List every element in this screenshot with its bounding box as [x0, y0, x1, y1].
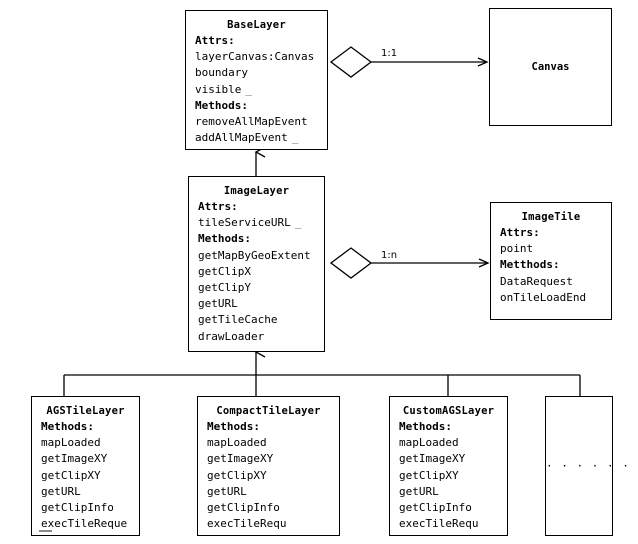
member-text: layerCanvas:Canvas: [195, 50, 315, 64]
class-attrs-header-baselayer: Attrs:: [195, 34, 235, 47]
class-methods-header-baselayer: Methods:: [195, 98, 248, 112]
class-member: removeAllMapEvent: [186, 114, 327, 130]
class-member: point: [500, 242, 534, 256]
class-member: execTileRequ: [207, 517, 287, 531]
class-member: execTileRequ: [399, 517, 479, 531]
class-title-imagelayer: ImageLayer: [223, 185, 290, 197]
member-tail: [314, 50, 318, 63]
class-member: getImageXY: [399, 452, 466, 466]
class-box-compacttilelayer[interactable]: CompactTileLayer Methods: mapLoaded getI…: [197, 396, 340, 536]
class-member: getClipX: [198, 264, 251, 278]
class-methods-header-imagelayer: Methods:: [198, 232, 251, 246]
member-text: tileServiceURL: [198, 216, 291, 230]
multiplicity-label-1to1: 1:1: [381, 48, 398, 59]
class-member: getURL: [41, 484, 81, 498]
class-member: getTileCache: [198, 313, 278, 327]
member-text: removeAllMapEvent: [195, 115, 308, 129]
class-member: getClipXY: [41, 468, 101, 482]
artifact-dash: [39, 530, 52, 532]
class-title-customagslayer: CustomAGSLayer: [402, 405, 495, 417]
class-member: getMapByGeoExtent: [198, 248, 311, 262]
class-member: tileServiceURL _: [189, 215, 324, 231]
multiplicity-label-1ton: 1:n: [381, 250, 398, 261]
member-tail: _: [294, 216, 302, 230]
relation-imagelayer-imagetile: [329, 247, 490, 279]
class-methods-header-imagetile: Metthods:: [500, 258, 560, 272]
class-title-compacttilelayer: CompactTileLayer: [216, 405, 321, 417]
class-member: getClipInfo: [399, 501, 472, 515]
class-box-customagslayer[interactable]: CustomAGSLayer Methods: mapLoaded getIma…: [389, 396, 508, 536]
class-box-agstilelayer[interactable]: AGSTileLayer Methods: mapLoaded getImage…: [31, 396, 140, 536]
class-methods-header-agstilelayer: Methods:: [41, 420, 94, 433]
class-member: mapLoaded: [207, 436, 267, 450]
member-text: addAllMapEvent: [195, 131, 288, 145]
class-title-baselayer: BaseLayer: [227, 19, 286, 31]
class-member: mapLoaded: [399, 436, 459, 450]
class-member: layerCanvas:Canvas: [186, 49, 327, 65]
class-member: getClipXY: [207, 468, 267, 482]
class-attrs-header-imagelayer: Attrs:: [198, 200, 238, 213]
aggregation-diamond-2: [329, 247, 373, 279]
class-member: boundary: [186, 65, 327, 81]
class-title-agstilelayer: AGSTileLayer: [46, 405, 125, 417]
class-methods-header-compacttilelayer: Methods:: [207, 420, 260, 433]
ellipsis-placeholder: · · · · · ·: [546, 459, 630, 473]
class-member: getClipInfo: [207, 501, 280, 515]
aggregation-diamond-1: [329, 46, 373, 78]
class-member: drawLoader: [198, 329, 265, 343]
member-tail: [308, 115, 312, 128]
class-member: getURL: [198, 297, 238, 311]
member-tail: [248, 66, 252, 79]
uml-diagram-canvas: 1:1 1:n BaseLayer Attrs: layerCanvas:Can…: [0, 0, 638, 544]
class-box-canvas[interactable]: Canvas: [489, 8, 612, 126]
class-member: onTileLoadEnd: [500, 290, 587, 304]
class-member: getClipXY: [399, 468, 459, 482]
relation-baselayer-canvas: [329, 46, 489, 78]
class-member: visible _: [186, 82, 327, 98]
member-tail: _: [245, 82, 252, 96]
class-box-imagetile[interactable]: ImageTile Attrs: point Metthods: DataReq…: [490, 202, 612, 320]
member-text: visible: [195, 82, 242, 96]
class-box-more-layers[interactable]: · · · · · ·: [545, 396, 630, 536]
class-member: getClipInfo: [41, 501, 114, 515]
member-tail: _: [291, 131, 299, 145]
class-member: mapLoaded: [41, 436, 101, 450]
class-member: DataRequest: [500, 274, 573, 288]
class-title-imagetile: ImageTile: [521, 211, 581, 223]
class-methods-header-customagslayer: Methods:: [399, 420, 452, 433]
class-box-baselayer[interactable]: BaseLayer Attrs: layerCanvas:Canvas boun…: [185, 10, 328, 150]
member-text: boundary: [195, 66, 248, 80]
class-box-imagelayer[interactable]: ImageLayer Attrs: tileServiceURL _ Method…: [188, 176, 325, 352]
class-attrs-header-imagetile: Attrs:: [500, 226, 540, 239]
class-member: getURL: [207, 484, 247, 498]
class-member: getImageXY: [207, 452, 274, 466]
class-title-canvas: Canvas: [531, 61, 570, 73]
class-member: getClipY: [198, 281, 251, 295]
class-member: getURL: [399, 484, 439, 498]
class-member: getImageXY: [41, 452, 108, 466]
class-member: addAllMapEvent _: [186, 130, 327, 146]
